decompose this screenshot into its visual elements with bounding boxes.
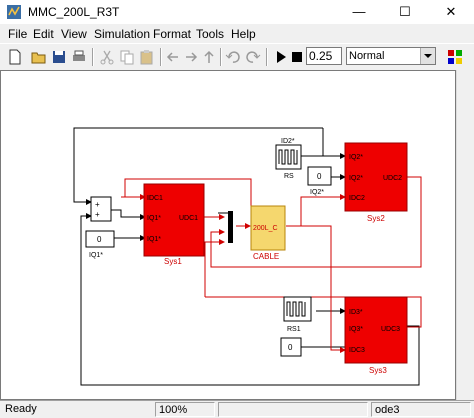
status-state: Ready — [5, 403, 37, 415]
vertical-scrollbar[interactable] — [456, 70, 474, 400]
cut-icon[interactable] — [98, 48, 116, 66]
copy-icon[interactable] — [118, 48, 136, 66]
menu-format[interactable]: Format — [153, 27, 191, 41]
pulse-wave-icon — [278, 149, 298, 165]
sum-plus-sign: + — [95, 200, 100, 209]
const-iq1-label: IQ1* — [89, 252, 103, 259]
status-zoom: 100% — [155, 402, 215, 417]
menu-edit[interactable]: Edit — [33, 27, 54, 41]
sys3-port-out: UDC3 — [381, 326, 400, 333]
window-title: MMC_200L_R3T — [28, 5, 120, 19]
up-arrow-icon[interactable] — [200, 48, 218, 66]
stop-time-input[interactable]: 0.25 — [306, 47, 342, 65]
status-empty — [218, 402, 368, 417]
print-icon[interactable] — [70, 48, 88, 66]
sys3-label: Sys3 — [369, 366, 387, 375]
library-browser-icon[interactable] — [446, 48, 464, 66]
toolbar: 0.25 Normal — [0, 43, 474, 71]
const-iq1-value: 0 — [97, 235, 102, 244]
menu-tools[interactable]: Tools — [196, 27, 224, 41]
sys2-label: Sys2 — [367, 214, 385, 223]
sum-plus-sign: + — [95, 210, 100, 219]
menu-file[interactable]: File — [8, 27, 27, 41]
stop-icon[interactable] — [288, 48, 306, 66]
simulation-mode-value: Normal — [349, 50, 385, 62]
sys3-port-in-3: IDC3 — [349, 347, 365, 354]
maximize-icon: ☐ — [399, 4, 411, 19]
block-diagram: IDC1 IQ1* IQ1* UDC1 Sys1 + + 0 IQ1* 200L… — [73, 127, 422, 386]
pulse-wave-icon — [286, 301, 306, 317]
simulation-mode-select[interactable]: Normal — [346, 47, 436, 65]
sys2-port-out: UDC2 — [383, 175, 402, 182]
cable-block-label: 200L_C — [253, 225, 278, 232]
sys3-port-in-2: IQ3* — [349, 326, 363, 333]
sys1-port-out: UDC1 — [179, 215, 198, 222]
sys2-port-in-2: IQ2* — [349, 175, 363, 182]
menu-bar: File Edit View Simulation Format Tools H… — [0, 24, 474, 43]
toolbar-separator — [266, 48, 268, 66]
close-button[interactable]: ✕ — [428, 0, 474, 24]
cable-label: CABLE — [253, 252, 279, 261]
rs-label: RS — [284, 173, 294, 180]
close-icon: ✕ — [445, 4, 457, 19]
forward-arrow-icon[interactable] — [182, 48, 200, 66]
model-canvas[interactable]: IDC1 IQ1* IQ1* UDC1 Sys1 + + 0 IQ1* 200L… — [0, 70, 456, 400]
mux-block[interactable] — [228, 211, 233, 243]
maximize-button[interactable]: ☐ — [382, 0, 428, 24]
sys1-port-in-3: IQ1* — [147, 236, 161, 243]
minimize-button[interactable]: — — [336, 0, 382, 24]
menu-simulation[interactable]: Simulation — [94, 27, 150, 41]
redo-icon[interactable] — [244, 48, 262, 66]
sys3-port-in-1: ID3* — [349, 309, 363, 316]
status-solver: ode3 — [371, 402, 471, 417]
sys1-label: Sys1 — [164, 257, 182, 266]
sum-block[interactable] — [90, 196, 112, 222]
rs1-label: RS1 — [287, 326, 301, 333]
menu-help[interactable]: Help — [231, 27, 256, 41]
sys1-port-in-1: IDC1 — [147, 195, 163, 202]
new-model-icon[interactable] — [6, 48, 24, 66]
toolbar-separator — [220, 48, 222, 66]
const-iq2-value: 0 — [317, 172, 322, 181]
paste-icon[interactable] — [138, 48, 156, 66]
rs-output-label: ID2* — [281, 138, 295, 145]
sys2-port-in-3: IDC2 — [349, 195, 365, 202]
menu-view[interactable]: View — [61, 27, 87, 41]
chevron-down-icon[interactable] — [420, 48, 435, 64]
back-arrow-icon[interactable] — [164, 48, 182, 66]
const-sys3-value: 0 — [288, 343, 293, 352]
toolbar-separator — [160, 48, 162, 66]
save-icon[interactable] — [50, 48, 68, 66]
rs1-block[interactable] — [283, 296, 312, 322]
minimize-icon: — — [352, 4, 366, 19]
toolbar-separator — [92, 48, 94, 66]
sys2-port-in-1: IQ2* — [349, 154, 363, 161]
sys1-port-in-2: IQ1* — [147, 215, 161, 222]
status-bar: Ready 100% ode3 — [0, 400, 474, 417]
undo-icon[interactable] — [224, 48, 242, 66]
simulink-app-icon — [7, 5, 21, 19]
open-folder-icon[interactable] — [30, 48, 48, 66]
const-iq2-label: IQ2* — [310, 189, 324, 196]
title-bar: MMC_200L_R3T — ☐ ✕ — [0, 0, 474, 24]
